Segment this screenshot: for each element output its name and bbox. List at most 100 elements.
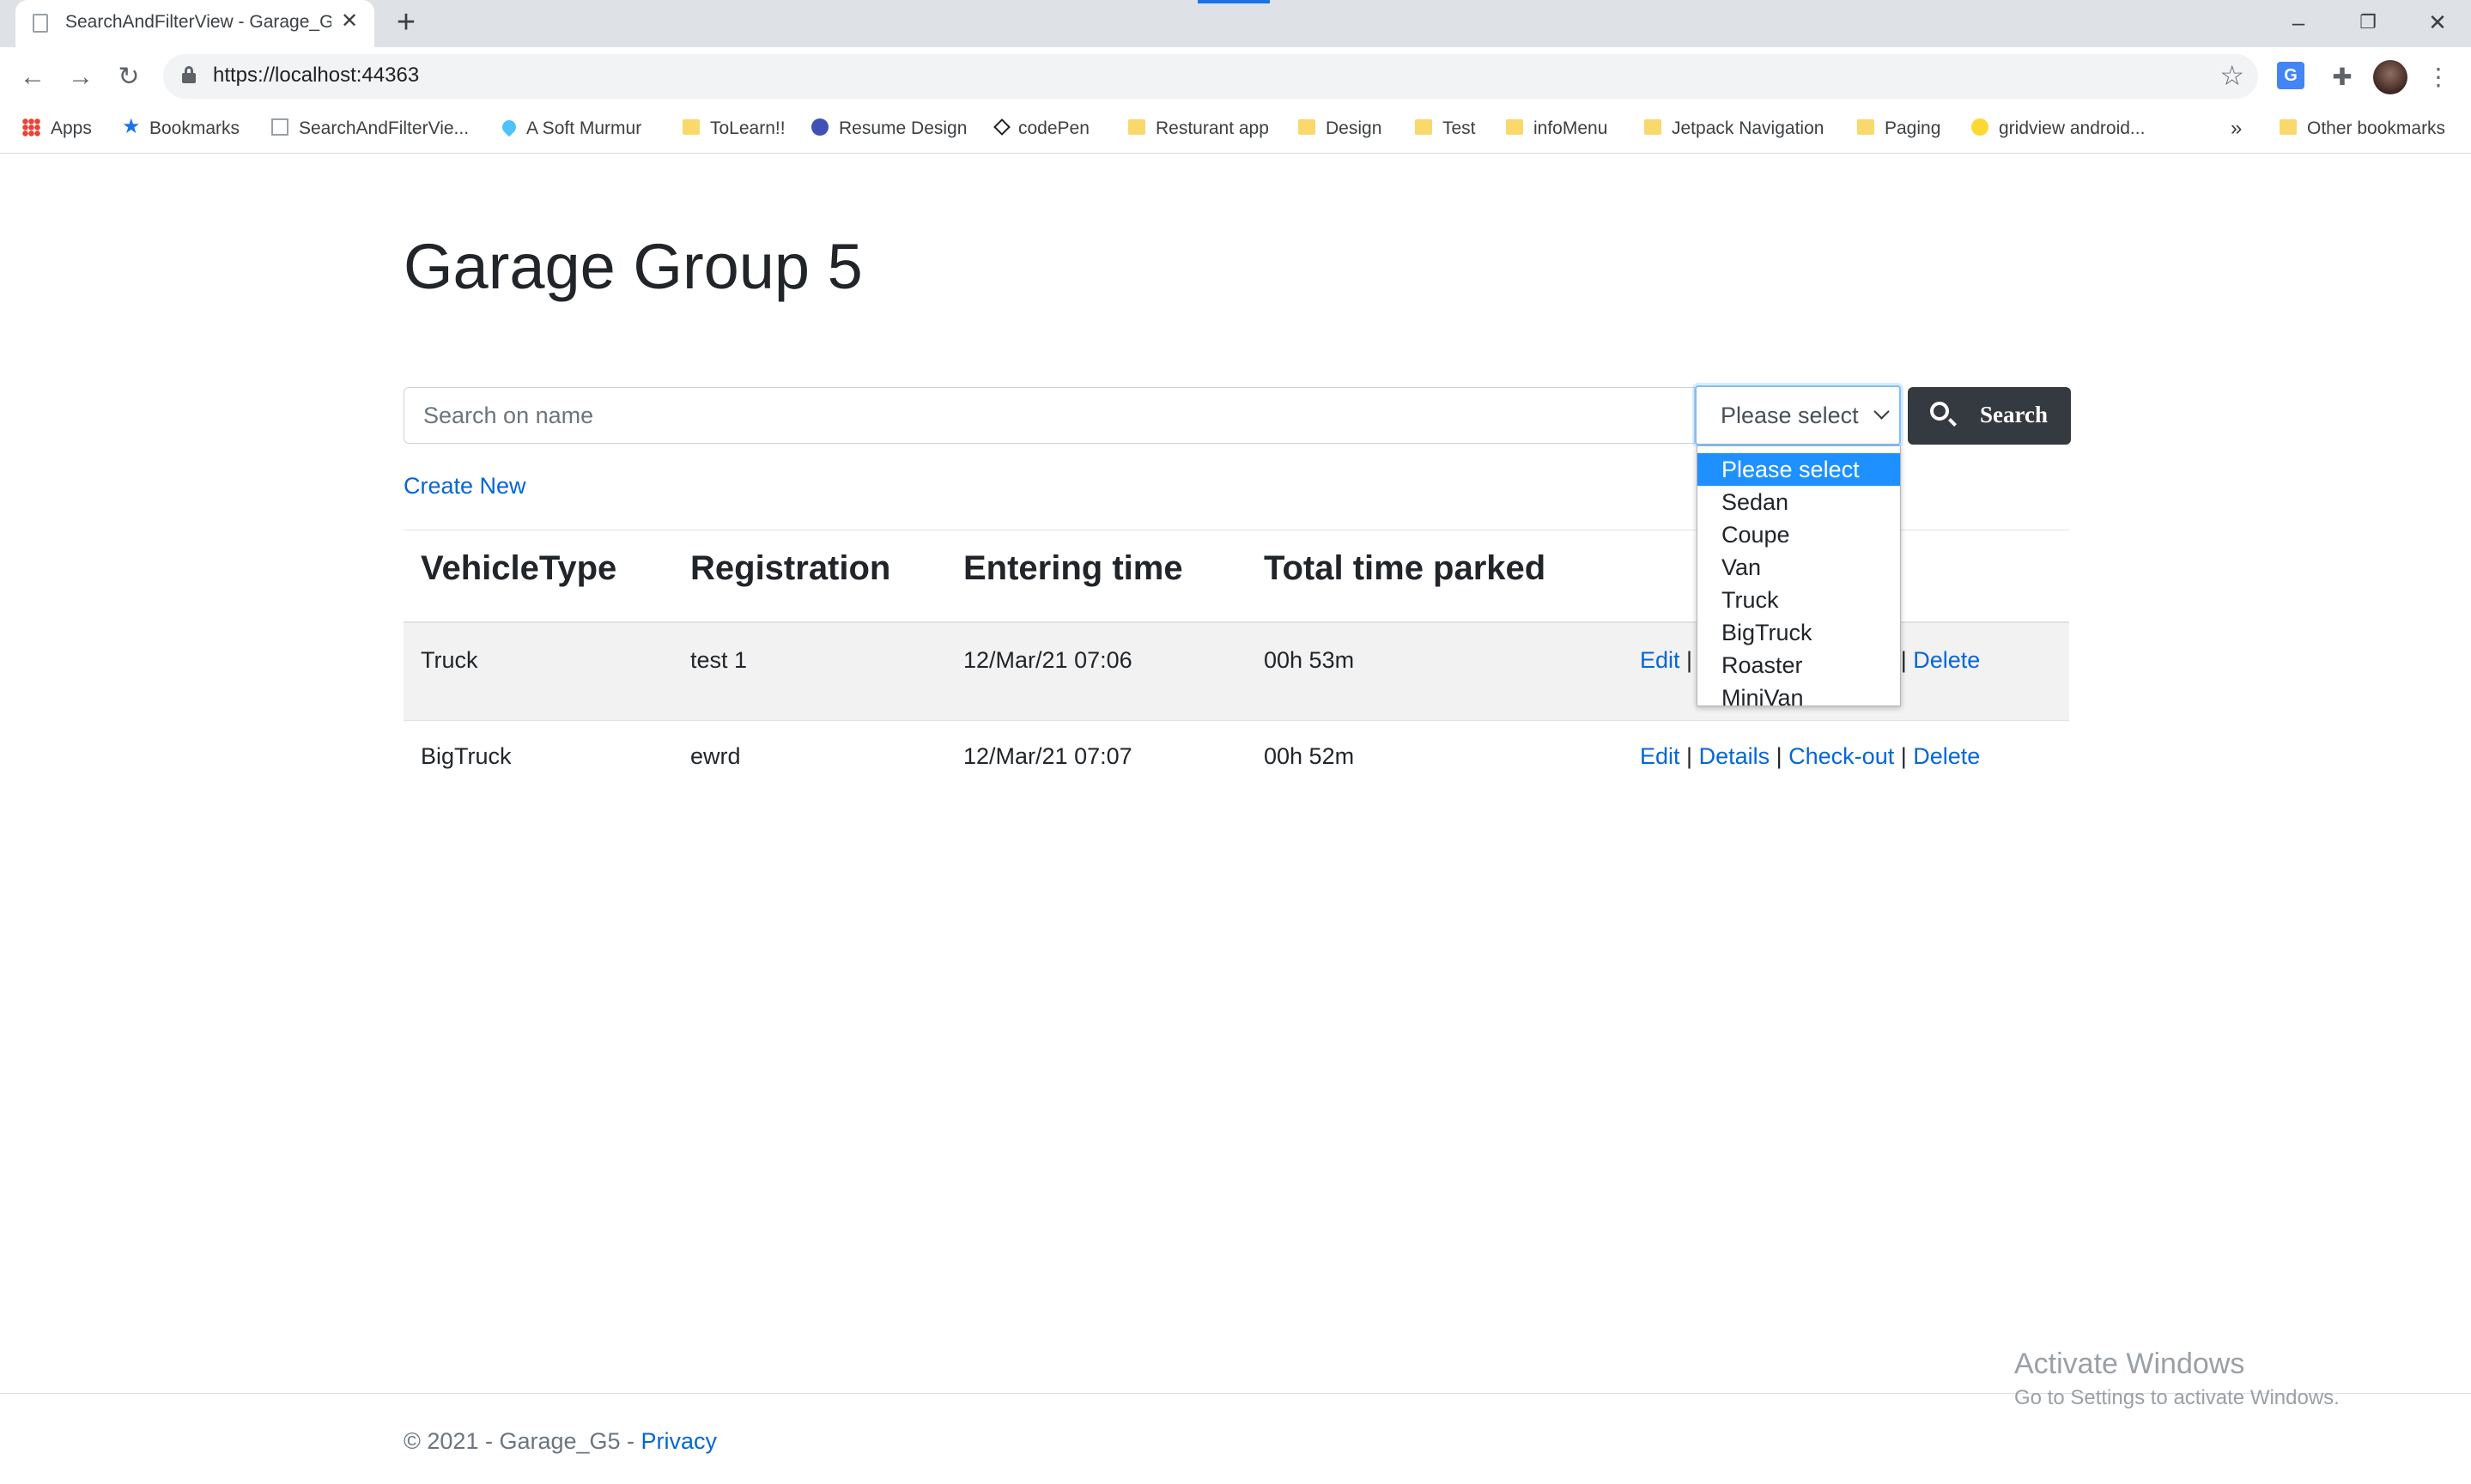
- separator: |: [1900, 647, 1907, 673]
- folder-icon: [683, 119, 700, 136]
- search-button[interactable]: Search: [1908, 387, 2071, 445]
- cell-registration: ewrd: [690, 743, 741, 769]
- profile-avatar[interactable]: [2373, 60, 2407, 94]
- bookmark-resume-design[interactable]: Resume Design: [811, 113, 967, 144]
- bookmark-design[interactable]: Design: [1298, 113, 1381, 144]
- copyright-text: © 2021 - Garage_G5 -: [404, 1428, 641, 1454]
- search-icon: [1930, 402, 1949, 421]
- option-sedan[interactable]: Sedan: [1697, 486, 1900, 518]
- header-registration: Registration: [690, 549, 891, 587]
- checkout-link[interactable]: Check-out: [1788, 743, 1894, 769]
- footer: © 2021 - Garage_G5 - Privacy: [404, 1428, 717, 1455]
- option-van[interactable]: Van: [1697, 551, 1900, 584]
- delete-link[interactable]: Delete: [1913, 647, 1980, 673]
- header-entering-time: Entering time: [963, 549, 1183, 587]
- new-tab-button[interactable]: +: [391, 6, 422, 39]
- page-title: Garage Group 5: [404, 231, 863, 302]
- edit-link[interactable]: Edit: [1640, 743, 1680, 769]
- row-divider: [404, 720, 2069, 721]
- restore-button[interactable]: ❐: [2347, 5, 2389, 39]
- separator: |: [1900, 743, 1907, 769]
- cell-vehicle-type: BigTruck: [421, 743, 512, 769]
- url-text[interactable]: https://localhost:44363: [213, 64, 419, 88]
- select-value: Please select: [1721, 403, 1859, 428]
- bookmarks-bar: Apps ★ Bookmarks SearchAndFilterVie... A …: [0, 105, 2471, 153]
- star-icon: ★: [122, 115, 141, 139]
- page-favicon-icon: [33, 14, 48, 33]
- vehicle-type-select[interactable]: Please select: [1695, 385, 1901, 445]
- row-actions: Edit | Details | Check-out | Delete: [1640, 743, 1980, 770]
- search-input[interactable]: [404, 387, 1695, 444]
- option-coupe[interactable]: Coupe: [1697, 518, 1900, 551]
- activate-windows-watermark: Activate Windows Go to Settings to activ…: [2014, 1348, 2340, 1410]
- bookmark-searchandfilter[interactable]: SearchAndFilterVie...: [271, 113, 469, 144]
- forward-arrow-icon[interactable]: →: [64, 60, 98, 94]
- tab-drop-indicator: [1198, 0, 1270, 3]
- chevron-down-icon: [1873, 403, 1890, 420]
- back-arrow-icon[interactable]: ←: [15, 60, 50, 94]
- folder-icon: [1128, 119, 1145, 136]
- header-vehicletype: VehicleType: [421, 549, 617, 587]
- tab-strip: SearchAndFilterView - Garage_G5 ✕ + – ❐ …: [0, 0, 2471, 47]
- bookmark-resturant-app[interactable]: Resturant app: [1128, 113, 1269, 144]
- bookmark-paging[interactable]: Paging: [1857, 113, 1940, 144]
- hexagon-icon: [1971, 118, 1988, 136]
- bookmark-infomenu[interactable]: infoMenu: [1506, 113, 1607, 144]
- tab-title: SearchAndFilterView - Garage_G5: [65, 12, 331, 32]
- cell-entering-time: 12/Mar/21 07:06: [963, 647, 1132, 673]
- option-minivan[interactable]: MiniVan: [1697, 681, 1900, 714]
- browser-tab[interactable]: SearchAndFilterView - Garage_G5 ✕: [15, 0, 374, 47]
- bookmark-other-bookmarks[interactable]: Other bookmarks: [2280, 113, 2445, 144]
- bookmark-jetpack-navigation[interactable]: Jetpack Navigation: [1644, 113, 1824, 144]
- minimize-button[interactable]: –: [2277, 5, 2320, 39]
- cell-registration: test 1: [690, 647, 748, 673]
- edit-link[interactable]: Edit: [1640, 647, 1680, 673]
- bookmark-bookmarks[interactable]: ★ Bookmarks: [122, 113, 240, 144]
- window-close-button[interactable]: ✕: [2416, 5, 2459, 39]
- privacy-link[interactable]: Privacy: [641, 1428, 718, 1454]
- option-truck[interactable]: Truck: [1697, 584, 1900, 616]
- option-please-select[interactable]: Please select: [1697, 453, 1900, 486]
- bookmark-test[interactable]: Test: [1415, 113, 1476, 144]
- separator: |: [1686, 647, 1693, 673]
- create-new-link[interactable]: Create New: [404, 473, 526, 500]
- bookmark-tolearn[interactable]: ToLearn!!: [683, 113, 786, 144]
- bookmark-apps[interactable]: Apps: [22, 113, 92, 144]
- option-roaster[interactable]: Roaster: [1697, 649, 1900, 681]
- codepen-icon: [993, 118, 1011, 136]
- details-link[interactable]: Details: [1699, 743, 1770, 769]
- droplet-icon: [499, 118, 519, 137]
- cell-entering-time: 12/Mar/21 07:07: [963, 743, 1132, 769]
- close-tab-icon[interactable]: ✕: [337, 9, 362, 34]
- menu-kebab-icon[interactable]: ⋮: [2419, 58, 2457, 96]
- reload-icon[interactable]: ↻: [112, 60, 146, 94]
- vehicle-type-dropdown: Please select Sedan Coupe Van Truck BigT…: [1697, 445, 1901, 711]
- cell-total-time: 00h 52m: [1264, 743, 1355, 769]
- folder-icon: [1644, 119, 1661, 136]
- folder-icon: [1506, 119, 1523, 136]
- bookmark-star-icon[interactable]: ☆: [2219, 59, 2244, 92]
- folder-icon: [1298, 119, 1315, 136]
- delete-link[interactable]: Delete: [1913, 743, 1980, 769]
- bookmark-soft-murmur[interactable]: A Soft Murmur: [499, 113, 641, 144]
- extensions-puzzle-icon[interactable]: ✚: [2323, 58, 2361, 96]
- search-button-label: Search: [1980, 402, 2048, 427]
- bookmarks-overflow-chevron-icon[interactable]: »: [2231, 113, 2242, 144]
- page-icon: [271, 118, 288, 136]
- apps-grid-icon: [22, 118, 40, 136]
- bookmark-codepen[interactable]: codePen: [993, 113, 1090, 144]
- canva-icon: [811, 118, 829, 136]
- folder-icon: [2280, 119, 2297, 136]
- address-bar[interactable]: https://localhost:44363 ☆: [163, 54, 2258, 99]
- bookmark-gridview-android[interactable]: gridview android...: [1971, 113, 2145, 144]
- folder-icon: [1415, 119, 1432, 136]
- header-total-time-parked: Total time parked: [1264, 549, 1546, 587]
- folder-icon: [1857, 119, 1874, 136]
- watermark-title: Activate Windows: [2014, 1348, 2245, 1380]
- option-bigtruck[interactable]: BigTruck: [1697, 616, 1900, 649]
- lock-icon[interactable]: [182, 66, 196, 83]
- watermark-subtitle: Go to Settings to activate Windows.: [2014, 1386, 2340, 1409]
- cell-vehicle-type: Truck: [421, 647, 478, 673]
- translate-extension-icon[interactable]: G: [2277, 62, 2304, 89]
- separator: |: [1776, 743, 1782, 769]
